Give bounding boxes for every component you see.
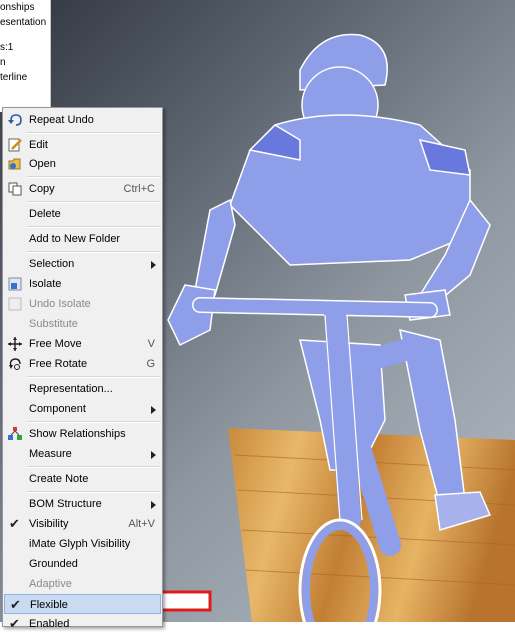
menu-item-grounded[interactable]: Grounded — [4, 554, 161, 574]
menu-item-undo-isolate[interactable]: Undo Isolate — [4, 294, 161, 314]
submenu-arrow-icon — [151, 406, 156, 414]
browser-item[interactable]: onships — [0, 0, 50, 15]
menu-item-show-relationships[interactable]: Show Relationships — [4, 424, 161, 444]
menu-item-flexible[interactable]: ✔ Flexible — [4, 594, 161, 614]
submenu-arrow-icon — [151, 261, 156, 269]
relationships-icon — [8, 427, 22, 441]
menu-item-delete[interactable]: Delete — [4, 204, 161, 224]
browser-item[interactable]: n — [0, 55, 50, 70]
checkmark-icon: ✔ — [10, 597, 21, 612]
menu-item-bom-structure[interactable]: BOM Structure — [4, 494, 161, 514]
menu-item-adaptive[interactable]: Adaptive — [4, 574, 161, 594]
rotate-icon — [8, 357, 22, 371]
model-browser-panel[interactable]: onships esentation s:1 n terline — [0, 0, 51, 112]
menu-item-representation[interactable]: Representation... — [4, 379, 161, 399]
menu-item-free-rotate[interactable]: Free Rotate G — [4, 354, 161, 374]
menu-item-component[interactable]: Component — [4, 399, 161, 419]
menu-item-visibility[interactable]: ✔ Visibility Alt+V — [4, 514, 161, 534]
browser-item[interactable]: esentation — [0, 15, 50, 30]
menu-item-selection[interactable]: Selection — [4, 254, 161, 274]
menu-item-add-to-new-folder[interactable]: Add to New Folder — [4, 229, 161, 249]
menu-item-enabled[interactable]: ✔ Enabled — [4, 614, 161, 634]
browser-item[interactable]: s:1 — [0, 40, 50, 55]
menu-item-repeat-undo[interactable]: Repeat Undo — [4, 110, 161, 130]
checkmark-icon: ✔ — [9, 516, 20, 531]
submenu-arrow-icon — [151, 451, 156, 459]
open-folder-icon — [8, 157, 22, 171]
menu-item-substitute[interactable]: Substitute — [4, 314, 161, 334]
menu-item-imate-glyph-visibility[interactable]: iMate Glyph Visibility — [4, 534, 161, 554]
menu-item-free-move[interactable]: Free Move V — [4, 334, 161, 354]
submenu-arrow-icon — [151, 501, 156, 509]
menu-item-measure[interactable]: Measure — [4, 444, 161, 464]
browser-item[interactable]: terline — [0, 70, 50, 85]
copy-icon — [8, 182, 22, 196]
menu-item-create-note[interactable]: Create Note — [4, 469, 161, 489]
menu-item-open[interactable]: Open — [4, 154, 161, 174]
move-icon — [8, 337, 22, 351]
context-menu: Repeat Undo Edit Open Copy Ctrl+C Delete… — [2, 107, 163, 631]
pencil-icon — [8, 138, 22, 152]
menu-item-edit[interactable]: Edit — [4, 135, 161, 155]
checkmark-icon: ✔ — [9, 616, 20, 631]
isolate-icon — [8, 277, 22, 291]
menu-item-isolate[interactable]: Isolate — [4, 274, 161, 294]
menu-item-copy[interactable]: Copy Ctrl+C — [4, 179, 161, 199]
undo-isolate-icon — [8, 297, 22, 311]
undo-icon — [8, 113, 22, 127]
rider-figure — [167, 33, 492, 531]
